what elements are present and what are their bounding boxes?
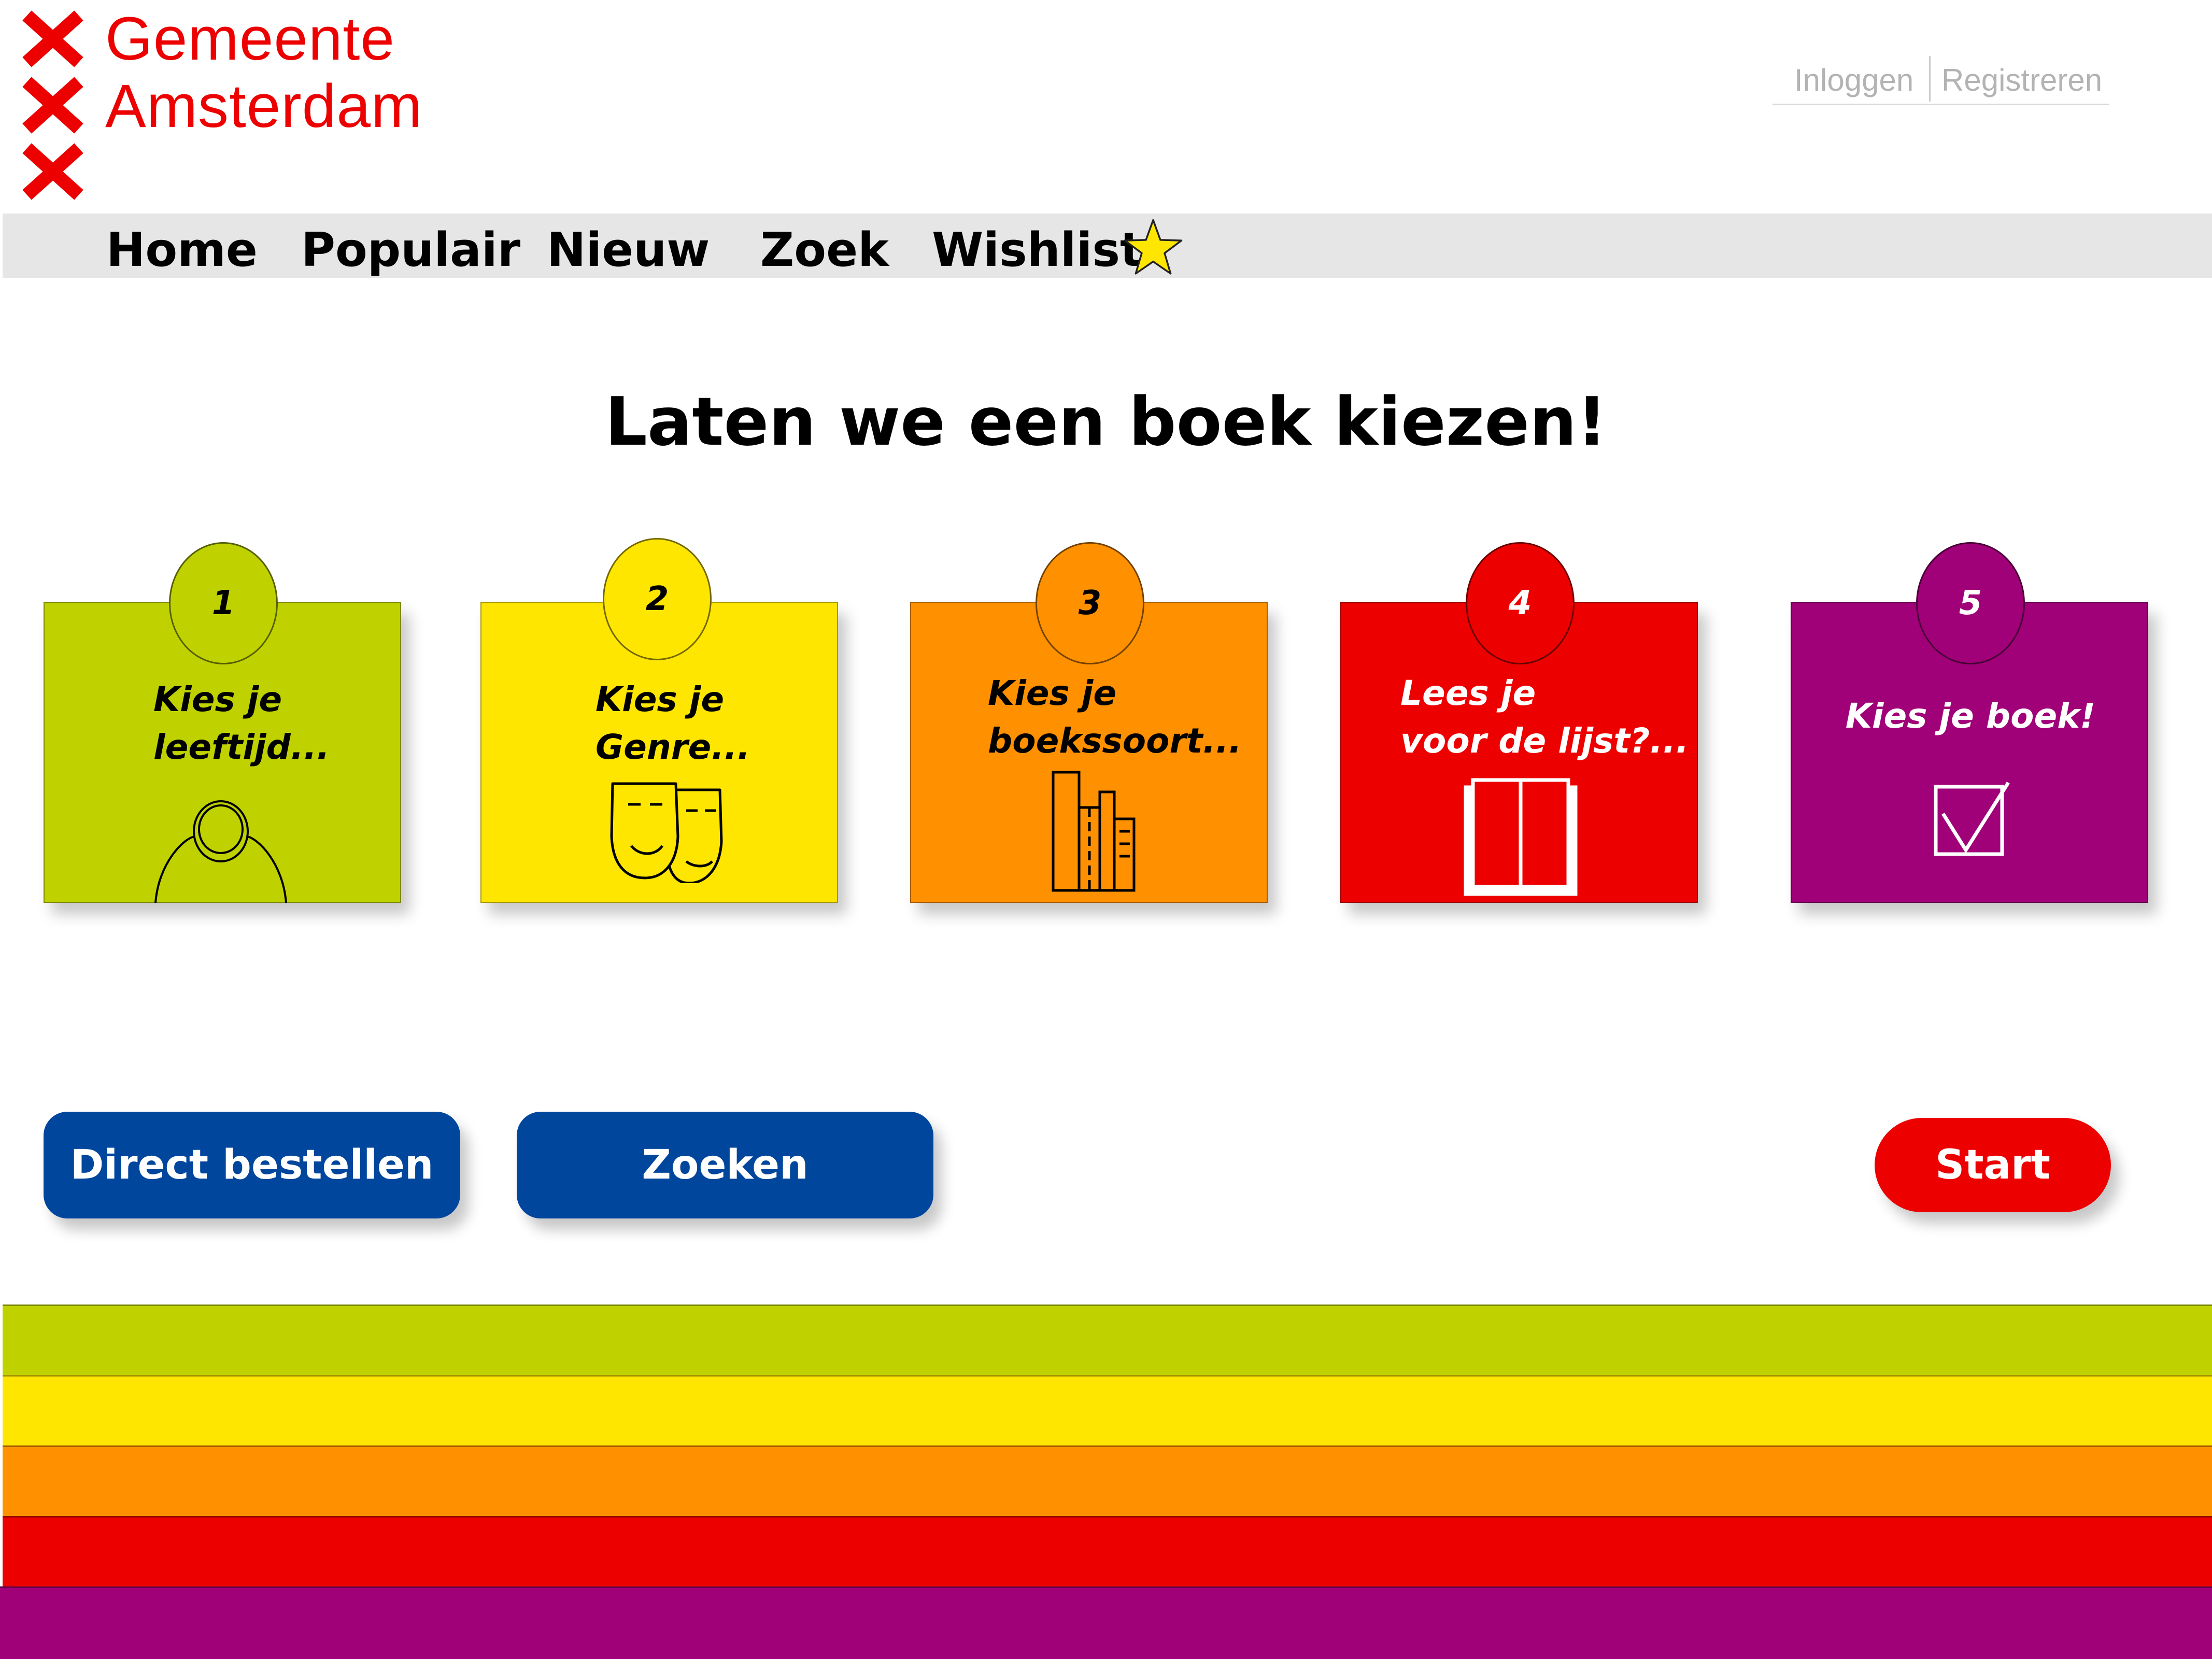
nav-popular[interactable]: Populair: [301, 223, 520, 277]
main-navigation: Home Populair Nieuw Zoek Wishlist: [3, 214, 2212, 278]
step-label: Kies je leeftijd...: [153, 676, 330, 771]
step-label-line-1: Kies je: [153, 679, 282, 719]
nav-wishlist[interactable]: Wishlist: [932, 223, 1142, 277]
footer-stripe-green: [3, 1304, 2212, 1375]
amsterdam-crosses-logo: [22, 10, 83, 200]
footer-stripe-yellow: [3, 1375, 2212, 1445]
footer-stripe-orange: [3, 1445, 2212, 1516]
step-card-choose-book[interactable]: 5 Kies je boek!: [1791, 542, 2149, 903]
nav-new[interactable]: Nieuw: [547, 223, 710, 277]
auth-underline: [1773, 104, 2109, 105]
register-link[interactable]: Registreren: [1941, 62, 2102, 98]
step-label-line-2: Genre...: [595, 727, 750, 767]
step-card-book-type[interactable]: 3 Kies je boekssoort...: [910, 542, 1268, 903]
brand-line-2: Amsterdam: [105, 72, 423, 140]
step-number-badge: 1: [169, 542, 278, 664]
checkbox-icon: [1934, 782, 2010, 856]
direct-order-button[interactable]: Direct bestellen: [44, 1112, 460, 1218]
step-label-line-1: Kies je boek!: [1845, 696, 2096, 736]
star-icon[interactable]: [1123, 218, 1183, 278]
open-book-icon: [1464, 778, 1578, 896]
step-label: Lees je voor de lijst?...: [1400, 670, 1689, 765]
step-label-line-2: voor de lijst?...: [1400, 721, 1689, 761]
auth-links: Inloggen Registreren: [1773, 56, 2109, 106]
theater-masks-icon: [610, 782, 723, 883]
step-card-genre[interactable]: 2 Kies je Genre...: [480, 538, 838, 903]
step-label: Kies je boekssoort...: [988, 670, 1242, 765]
step-label-line-1: Kies je: [595, 679, 725, 719]
step-number-badge: 3: [1036, 542, 1144, 664]
footer-stripe-red: [3, 1516, 2212, 1586]
footer-stripe-purple: [0, 1586, 2212, 1659]
step-label: Kies je boek!: [1792, 692, 2149, 740]
nav-search[interactable]: Zoek: [760, 223, 889, 277]
step-card-age[interactable]: 1 Kies je leeftijd...: [44, 542, 401, 903]
step-label-line-1: Kies je: [988, 673, 1117, 713]
login-link[interactable]: Inloggen: [1794, 62, 1913, 98]
page-title: Laten we een boek kiezen!: [605, 384, 1607, 461]
step-number-badge: 5: [1916, 542, 2025, 664]
auth-divider: [1929, 56, 1931, 102]
brand-name: Gemeente Amsterdam: [105, 5, 422, 140]
step-number-badge: 2: [603, 538, 712, 660]
step-label-line-2: boekssoort...: [988, 721, 1242, 761]
step-label: Kies je Genre...: [595, 676, 750, 771]
step-card-reading-list[interactable]: 4 Lees je voor de lijst?...: [1340, 542, 1698, 903]
nav-home[interactable]: Home: [106, 223, 258, 277]
step-number-badge: 4: [1466, 542, 1575, 664]
books-icon: [1052, 771, 1136, 892]
step-label-line-1: Lees je: [1400, 673, 1536, 713]
step-label-line-2: leeftijd...: [153, 727, 330, 767]
start-button[interactable]: Start: [1875, 1118, 2111, 1212]
search-button[interactable]: Zoeken: [517, 1112, 933, 1218]
person-icon: [154, 800, 287, 903]
brand-line-1: Gemeente: [105, 5, 395, 73]
